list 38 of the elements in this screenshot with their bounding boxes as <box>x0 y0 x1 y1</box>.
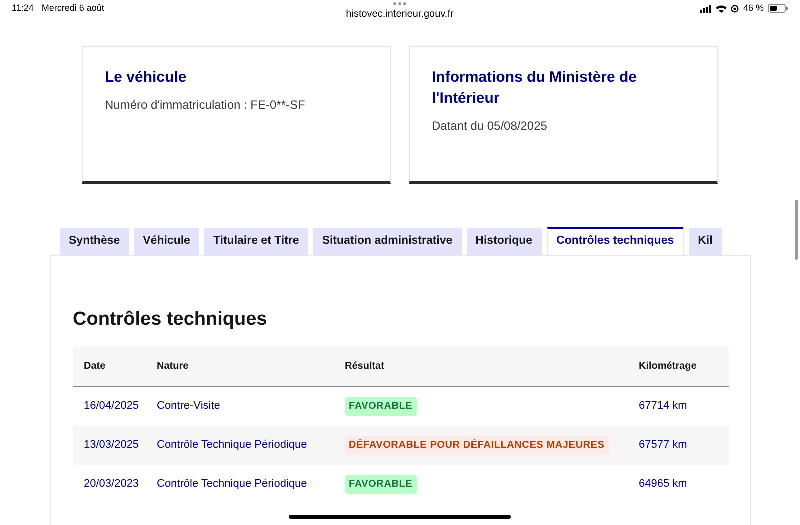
url-text[interactable]: histovec.interieur.gouv.fr <box>346 7 454 22</box>
location-icon <box>731 4 740 13</box>
tab[interactable]: Contrôles techniques <box>546 227 684 255</box>
table-cell-text: Contrôle Technique Périodique <box>157 438 308 453</box>
table-cell-text: 67714 km <box>639 398 688 414</box>
column-header: Nature <box>157 360 190 374</box>
battery-percent: 46 % <box>743 2 764 15</box>
column-header: Date <box>83 360 107 374</box>
table-cell-text: 16/04/2025 <box>83 398 140 414</box>
more-icon[interactable] <box>393 2 407 6</box>
tab[interactable]: Kil <box>689 228 722 255</box>
wifi-icon <box>716 4 728 13</box>
card-text: Numéro d'immatriculation : FE-0**-SF <box>105 97 306 114</box>
status-time: 11:24 <box>12 2 34 15</box>
result-badge: FAVORABLE <box>345 474 417 494</box>
tab[interactable]: Synthèse <box>60 228 130 255</box>
column-header: Résultat <box>345 360 386 374</box>
table-cell-text: Contrôle Technique Périodique <box>157 476 308 492</box>
signal-icon <box>700 4 712 13</box>
table-cell-text: 20/03/2023 <box>83 476 140 492</box>
tab[interactable]: Historique <box>466 228 542 255</box>
card-title: Informations du Ministère de l'Intérieur <box>432 68 638 109</box>
column-header: Kilométrage <box>639 360 698 374</box>
result-badge: DÉFAVORABLE POUR DÉFAILLANCES MAJEURES <box>345 436 609 454</box>
section-title: Contrôles techniques <box>73 308 268 332</box>
card-title: Le véhicule <box>105 68 188 88</box>
table-cell-text: Contre-Visite <box>157 398 222 414</box>
scrollbar[interactable] <box>795 200 798 260</box>
result-badge: FAVORABLE <box>345 396 417 416</box>
tab[interactable]: Titulaire et Titre <box>204 228 308 255</box>
battery-icon <box>768 4 788 14</box>
table-cell-text: 67577 km <box>639 438 688 453</box>
tab[interactable]: Véhicule <box>134 228 200 255</box>
table-cell-text: 64965 km <box>639 476 688 492</box>
card-text: Datant du 05/08/2025 <box>432 118 548 135</box>
table-cell-text: 13/03/2025 <box>83 438 140 453</box>
status-date: Mercredi 6 août <box>42 2 104 15</box>
tab[interactable]: Situation administrative <box>313 228 462 255</box>
